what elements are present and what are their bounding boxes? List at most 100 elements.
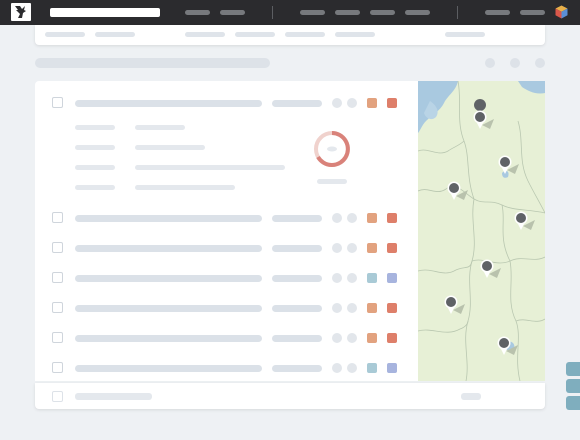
tag-swatch[interactable] bbox=[387, 273, 397, 283]
tag-swatch[interactable] bbox=[367, 363, 377, 373]
header-cell[interactable] bbox=[185, 32, 225, 37]
status-dot[interactable] bbox=[332, 273, 342, 283]
status-dot[interactable] bbox=[347, 243, 357, 253]
detail-label bbox=[75, 145, 115, 150]
tag-swatch[interactable] bbox=[367, 303, 377, 313]
header-cell[interactable] bbox=[335, 32, 375, 37]
map-pin-icon[interactable] bbox=[514, 211, 536, 231]
tag-swatch[interactable] bbox=[387, 303, 397, 313]
status-dot[interactable] bbox=[347, 363, 357, 373]
nav-item[interactable] bbox=[335, 10, 360, 15]
status-dot[interactable] bbox=[332, 303, 342, 313]
status-dot[interactable] bbox=[347, 303, 357, 313]
page-indicator[interactable] bbox=[461, 393, 481, 400]
side-panel-tab[interactable] bbox=[566, 379, 580, 393]
status-dot[interactable] bbox=[347, 273, 357, 283]
status-dot[interactable] bbox=[332, 213, 342, 223]
tag-swatch[interactable] bbox=[387, 243, 397, 253]
detail-label bbox=[75, 165, 115, 170]
detail-value bbox=[135, 145, 205, 150]
nav-divider bbox=[457, 6, 458, 19]
detail-label bbox=[75, 125, 115, 130]
row-checkbox[interactable] bbox=[52, 302, 63, 313]
loading-spinner-icon bbox=[314, 131, 350, 167]
table-row[interactable] bbox=[35, 302, 418, 314]
header-cell[interactable] bbox=[445, 32, 485, 37]
header-cell[interactable] bbox=[235, 32, 275, 37]
table-row[interactable] bbox=[35, 272, 418, 284]
table-row[interactable] bbox=[35, 212, 418, 224]
tag-swatch[interactable] bbox=[387, 213, 397, 223]
table-row[interactable] bbox=[35, 97, 418, 109]
row-checkbox[interactable] bbox=[52, 212, 63, 223]
map-pin-icon[interactable] bbox=[473, 99, 495, 129]
status-dot[interactable] bbox=[332, 98, 342, 108]
row-checkbox[interactable] bbox=[52, 97, 63, 108]
tag-swatch[interactable] bbox=[387, 98, 397, 108]
row-name bbox=[75, 245, 262, 252]
tag-swatch[interactable] bbox=[367, 273, 377, 283]
pagination-bar bbox=[35, 383, 545, 409]
row-checkbox[interactable] bbox=[52, 272, 63, 283]
table-row[interactable] bbox=[35, 332, 418, 344]
table-row[interactable] bbox=[35, 362, 418, 374]
top-navigation-bar bbox=[0, 0, 580, 25]
map-pin-icon[interactable] bbox=[447, 181, 469, 201]
row-checkbox[interactable] bbox=[52, 362, 63, 373]
row-meta bbox=[272, 100, 322, 107]
column-header-bar bbox=[35, 25, 545, 45]
map-pin-icon[interactable] bbox=[497, 336, 519, 356]
tag-swatch[interactable] bbox=[367, 98, 377, 108]
row-meta bbox=[272, 335, 322, 342]
nav-item[interactable] bbox=[300, 10, 325, 15]
map-markers-layer bbox=[444, 99, 536, 356]
tag-swatch[interactable] bbox=[367, 213, 377, 223]
row-name bbox=[75, 100, 262, 107]
nav-item[interactable] bbox=[220, 10, 245, 15]
record-list bbox=[35, 81, 418, 381]
row-name bbox=[75, 305, 262, 312]
status-dot[interactable] bbox=[347, 98, 357, 108]
tag-swatch[interactable] bbox=[387, 363, 397, 373]
row-checkbox[interactable] bbox=[52, 332, 63, 343]
nav-item[interactable] bbox=[185, 10, 210, 15]
map-pin-icon[interactable] bbox=[444, 295, 466, 315]
deer-logo-icon[interactable] bbox=[11, 3, 31, 21]
toolbar-button[interactable] bbox=[485, 58, 495, 68]
toolbar-button[interactable] bbox=[535, 58, 545, 68]
row-meta bbox=[272, 275, 322, 282]
side-panel-tab[interactable] bbox=[566, 362, 580, 376]
tag-swatch[interactable] bbox=[367, 333, 377, 343]
detail-label bbox=[75, 185, 115, 190]
row-meta bbox=[272, 215, 322, 222]
row-name bbox=[75, 335, 262, 342]
nav-item[interactable] bbox=[485, 10, 510, 15]
footer-text bbox=[75, 393, 152, 400]
status-dot[interactable] bbox=[347, 333, 357, 343]
header-cell[interactable] bbox=[285, 32, 325, 37]
map-view[interactable] bbox=[418, 81, 545, 381]
select-all-checkbox[interactable] bbox=[52, 391, 63, 402]
tag-swatch[interactable] bbox=[367, 243, 377, 253]
side-panel-tab[interactable] bbox=[566, 396, 580, 410]
table-row[interactable] bbox=[35, 242, 418, 254]
status-dot[interactable] bbox=[332, 243, 342, 253]
status-dot[interactable] bbox=[347, 213, 357, 223]
app-title[interactable] bbox=[50, 8, 160, 17]
toolbar-button[interactable] bbox=[510, 58, 520, 68]
map-pin-icon[interactable] bbox=[480, 259, 502, 279]
header-cell[interactable] bbox=[95, 32, 135, 37]
nav-item[interactable] bbox=[520, 10, 545, 15]
row-checkbox[interactable] bbox=[52, 242, 63, 253]
detail-value bbox=[135, 165, 285, 170]
cube-icon[interactable] bbox=[555, 5, 568, 19]
status-dot[interactable] bbox=[332, 333, 342, 343]
nav-item[interactable] bbox=[405, 10, 430, 15]
loading-text-placeholder bbox=[317, 179, 347, 184]
header-cell[interactable] bbox=[45, 32, 85, 37]
map-pin-icon[interactable] bbox=[498, 155, 520, 175]
status-dot[interactable] bbox=[332, 363, 342, 373]
nav-item[interactable] bbox=[370, 10, 395, 15]
tag-swatch[interactable] bbox=[387, 333, 397, 343]
row-meta bbox=[272, 365, 322, 372]
